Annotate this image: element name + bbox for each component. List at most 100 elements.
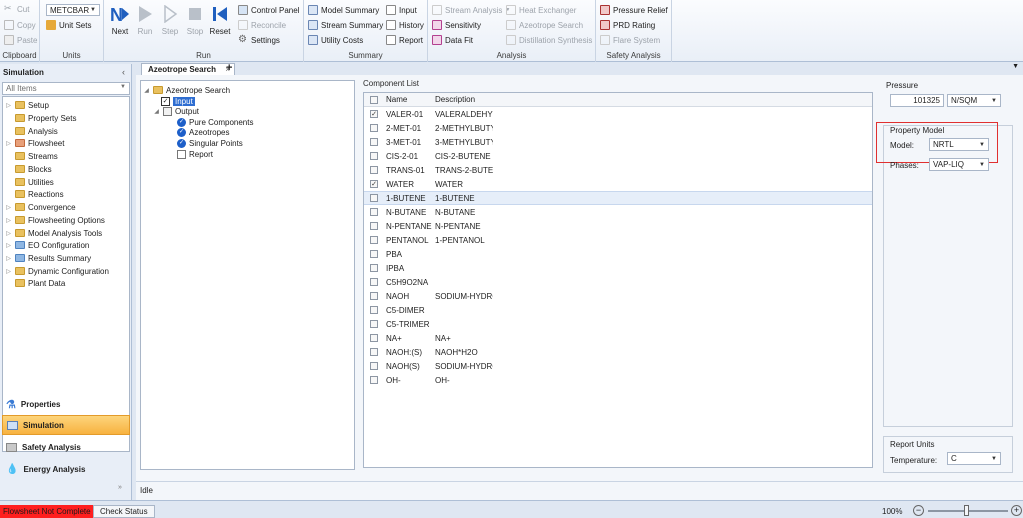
table-row[interactable]: OH- OH-	[364, 373, 872, 387]
collapse-icon[interactable]: ‹	[122, 67, 125, 77]
table-row[interactable]: NA+ NA+	[364, 331, 872, 345]
component-checkbox[interactable]	[370, 250, 378, 258]
component-checkbox[interactable]	[370, 222, 378, 230]
tree-item-plant-data[interactable]: Plant Data	[15, 277, 65, 289]
stream-summary-button[interactable]: Stream Summary▼	[308, 20, 391, 30]
tree-item-blocks[interactable]: Blocks	[15, 163, 52, 175]
component-checkbox[interactable]	[370, 264, 378, 272]
paste-button[interactable]: Paste	[4, 35, 37, 45]
next-button[interactable]: N Next	[107, 3, 133, 36]
tree-item-results-summary[interactable]: ▷ Results Summary	[5, 252, 91, 264]
expand-icon[interactable]: ▷	[5, 268, 12, 275]
component-checkbox[interactable]	[370, 320, 378, 328]
more-icon[interactable]: »	[118, 484, 122, 491]
cut-button[interactable]: ✂ Cut	[4, 4, 29, 14]
prd-rating-button[interactable]: PRD Rating	[600, 20, 655, 30]
table-row[interactable]: ✓ VALER-01 VALERALDEHYDE	[364, 107, 872, 121]
expand-icon[interactable]: ▷	[5, 217, 12, 224]
copy-button[interactable]: Copy	[4, 20, 36, 30]
tree-item-flowsheet[interactable]: ▷ Flowsheet	[5, 137, 64, 149]
tree-item-model-analysis-tools[interactable]: ▷ Model Analysis Tools	[5, 227, 102, 239]
table-row[interactable]: C5-TRIMER	[364, 317, 872, 331]
tree-item-report[interactable]: Report	[177, 148, 213, 160]
table-row[interactable]: N-BUTANE N-BUTANE	[364, 205, 872, 219]
table-row[interactable]: PENTANOL 1-PENTANOL	[364, 233, 872, 247]
pressure-relief-button[interactable]: Pressure Relief	[600, 5, 668, 15]
settings-button[interactable]: ⚙ Settings	[238, 35, 280, 45]
tab-azeotrope-search[interactable]: Azeotrope Search ×	[141, 63, 236, 75]
check-status-button[interactable]: Check Status	[93, 505, 155, 518]
table-row[interactable]: NAOH SODIUM-HYDROXIDE	[364, 289, 872, 303]
table-row[interactable]: C5-DIMER	[364, 303, 872, 317]
table-row[interactable]: C5H9O2NA	[364, 275, 872, 289]
tree-item-eo-configuration[interactable]: ▷ EO Configuration	[5, 239, 89, 251]
tree-item-convergence[interactable]: ▷ Convergence	[5, 201, 75, 213]
model-summary-button[interactable]: Model Summary	[308, 5, 379, 15]
expand-icon[interactable]: ▷	[5, 230, 12, 237]
data-fit-button[interactable]: Data Fit	[432, 35, 473, 45]
table-row[interactable]: NAOH(S) SODIUM-HYDROXIDE	[364, 359, 872, 373]
nav-safety-analysis[interactable]: Safety Analysis	[2, 437, 130, 457]
chevron-down-icon[interactable]: ▼	[1012, 63, 1019, 70]
tree-item-flowsheeting-options[interactable]: ▷ Flowsheeting Options	[5, 214, 105, 226]
component-checkbox[interactable]	[370, 194, 378, 202]
tree-item-reactions[interactable]: Reactions	[15, 188, 64, 200]
expand-icon[interactable]: ▷	[5, 242, 12, 249]
zoom-out-icon[interactable]: −	[913, 505, 924, 516]
pressure-unit-select[interactable]: N/SQM ▼	[947, 94, 1001, 107]
tree-item-utilities[interactable]: Utilities	[15, 176, 54, 188]
table-row[interactable]: 3-MET-01 3-METHYLBUTYRAL	[364, 135, 872, 149]
tree-item-streams[interactable]: Streams	[15, 150, 58, 162]
sensitivity-button[interactable]: Sensitivity	[432, 20, 481, 30]
table-row[interactable]: IPBA	[364, 261, 872, 275]
table-row[interactable]: 1-BUTENE 1-BUTENE	[364, 191, 872, 205]
collapse-icon[interactable]: ◢	[153, 108, 160, 115]
phases-select[interactable]: VAP-LIQ ▼	[929, 158, 989, 171]
expand-icon[interactable]: ▷	[5, 102, 12, 109]
collapse-icon[interactable]: ◢	[143, 87, 150, 94]
flare-system-button[interactable]: Flare System	[600, 35, 660, 45]
stream-analysis-button[interactable]: Stream Analysis ▼	[432, 5, 510, 15]
control-panel-button[interactable]: Control Panel	[238, 5, 299, 15]
distillation-synthesis-button[interactable]: Distillation Synthesis	[506, 35, 592, 45]
component-checkbox[interactable]	[370, 124, 378, 132]
add-tab-button[interactable]: +	[226, 62, 232, 74]
model-select[interactable]: NRTL ▼	[929, 138, 989, 151]
azeotrope-search-button[interactable]: Azeotrope Search	[506, 20, 583, 30]
unit-sets-button[interactable]: Unit Sets	[46, 20, 91, 30]
component-checkbox[interactable]	[370, 362, 378, 370]
component-checkbox[interactable]	[370, 208, 378, 216]
table-row[interactable]: ✓ WATER WATER	[364, 177, 872, 191]
tree-item-dynamic-configuration[interactable]: ▷ Dynamic Configuration	[5, 265, 109, 277]
tree-item-property-sets[interactable]: Property Sets	[15, 112, 76, 124]
expand-icon[interactable]: ▷	[5, 255, 12, 262]
component-checkbox[interactable]	[370, 376, 378, 384]
expand-icon[interactable]: ▷	[5, 204, 12, 211]
component-checkbox[interactable]	[370, 166, 378, 174]
heat-exchanger-button[interactable]: Heat Exchanger	[506, 5, 576, 15]
zoom-slider-thumb[interactable]	[964, 505, 969, 516]
utility-costs-button[interactable]: Utility Costs	[308, 35, 363, 45]
component-checkbox[interactable]: ✓	[370, 180, 378, 188]
component-checkbox[interactable]	[370, 152, 378, 160]
pressure-input[interactable]: 101325	[890, 94, 944, 107]
tree-item-setup[interactable]: ▷ Setup	[5, 99, 49, 111]
input-button[interactable]: Input	[386, 5, 417, 15]
report-button[interactable]: Report	[386, 35, 423, 45]
expand-icon[interactable]: ▷	[5, 140, 12, 147]
nav-energy-analysis[interactable]: 💧 Energy Analysis	[2, 459, 130, 479]
nav-properties[interactable]: ⚗ Properties	[2, 394, 130, 414]
table-row[interactable]: 2-MET-01 2-METHYLBUTYRAL	[364, 121, 872, 135]
stop-button[interactable]: Stop	[182, 3, 208, 36]
step-button[interactable]: Step	[157, 3, 183, 36]
component-checkbox[interactable]	[370, 138, 378, 146]
component-checkbox[interactable]	[370, 306, 378, 314]
component-checkbox[interactable]	[370, 348, 378, 356]
unit-set-select[interactable]: METCBAR ▼	[46, 4, 100, 16]
table-row[interactable]: CIS-2-01 CIS-2-BUTENE	[364, 149, 872, 163]
tree-item-analysis[interactable]: Analysis	[15, 125, 58, 137]
table-row[interactable]: TRANS-01 TRANS-2-BUTENE	[364, 163, 872, 177]
filter-select[interactable]: All Items ▼	[2, 82, 130, 95]
table-row[interactable]: N-PENTANE N-PENTANE	[364, 219, 872, 233]
reset-button[interactable]: Reset	[207, 3, 233, 36]
